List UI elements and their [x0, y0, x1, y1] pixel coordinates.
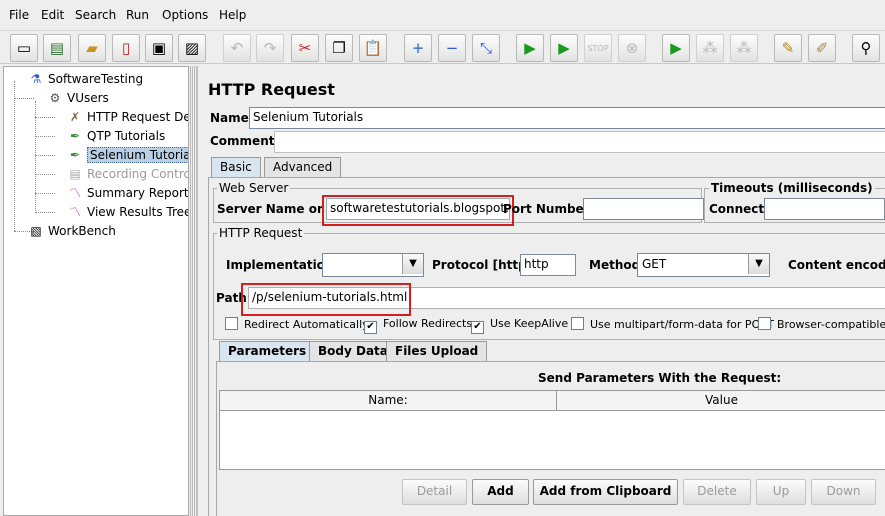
port-label: Port Number:: [503, 202, 595, 216]
start-icon[interactable]: ▶: [516, 34, 544, 62]
clear-all-icon[interactable]: ✐: [808, 34, 836, 62]
remote-shutdown-icon[interactable]: ⁂: [730, 34, 758, 62]
remote-start-icon[interactable]: ▶: [662, 34, 690, 62]
name-field[interactable]: Selenium Tutorials: [249, 107, 885, 129]
save-as-icon[interactable]: ▨: [178, 34, 206, 62]
menu-bar: File Edit Search Run Options Help: [0, 0, 885, 30]
copy-icon[interactable]: ❐: [325, 34, 353, 62]
tree-node-qtp-tutorials[interactable]: ✒ QTP Tutorials: [67, 127, 165, 145]
toolbar: ▭ ▤ ▰ ▯ ▣ ▨ ↶ ↷ ✂ ❐ 📋 + − ⤡ ▶ ▶ STOP ⊗ ▶…: [0, 30, 885, 64]
tree-node-summary-report[interactable]: 〽 Summary Report: [67, 184, 188, 202]
start-no-pause-icon[interactable]: ▶: [550, 34, 578, 62]
add-button[interactable]: Add: [472, 479, 529, 505]
browser-compatible-checkbox[interactable]: Browser-compatible hea: [758, 317, 885, 331]
tab-advanced[interactable]: Advanced: [264, 157, 342, 178]
params-title: Send Parameters With the Request:: [538, 371, 782, 385]
workbench-icon: ▧: [30, 224, 42, 238]
clear-icon[interactable]: ✎: [774, 34, 802, 62]
close-icon[interactable]: ▯: [112, 34, 140, 62]
menu-run[interactable]: Run: [126, 8, 149, 22]
listener-icon: 〽: [68, 205, 81, 219]
tree-node-test-plan[interactable]: ⚗ SoftwareTesting: [28, 70, 143, 88]
menu-file[interactable]: File: [9, 8, 29, 22]
open-icon[interactable]: ▰: [78, 34, 106, 62]
menu-edit[interactable]: Edit: [41, 8, 64, 22]
menu-search[interactable]: Search: [75, 8, 116, 22]
column-header-value[interactable]: Value: [557, 391, 885, 411]
web-server-title: Web Server: [217, 181, 291, 195]
add-from-clipboard-button[interactable]: Add from Clipboard: [533, 479, 678, 505]
chevron-down-icon: ▼: [748, 254, 769, 274]
controller-icon: ▤: [69, 167, 81, 181]
sampler-icon: ✒: [69, 148, 81, 162]
http-request-title: HTTP Request: [217, 226, 305, 240]
parameters-table: Name: Value: [219, 390, 885, 470]
highlight-box: [322, 195, 514, 226]
undo-icon[interactable]: ↶: [223, 34, 251, 62]
gear-icon: ⚙: [49, 91, 61, 105]
new-icon[interactable]: ▭: [10, 34, 38, 62]
test-plan-tree: ⚗ SoftwareTesting ⚙ VUsers ✗ HTTP Request D…: [3, 66, 189, 516]
port-field[interactable]: [583, 198, 704, 220]
up-button[interactable]: Up: [756, 479, 806, 505]
protocol-field[interactable]: http: [520, 254, 576, 276]
wrench-icon: ✗: [69, 110, 81, 124]
page-title: HTTP Request: [208, 80, 335, 99]
multipart-checkbox[interactable]: Use multipart/form-data for POST: [571, 317, 774, 331]
connect-label: Connect:: [709, 202, 769, 216]
cut-icon[interactable]: ✂: [291, 34, 319, 62]
tab-files-upload[interactable]: Files Upload: [386, 341, 488, 362]
menu-options[interactable]: Options: [162, 8, 208, 22]
listener-icon: 〽: [68, 186, 81, 200]
tab-basic[interactable]: Basic: [211, 157, 261, 178]
comments-field[interactable]: [274, 131, 885, 153]
highlight-box: [241, 283, 411, 316]
collapse-icon[interactable]: −: [438, 34, 466, 62]
redirect-automatically-checkbox[interactable]: Redirect Automatically: [225, 317, 369, 331]
tree-node-workbench[interactable]: ▧ WorkBench: [28, 222, 115, 240]
timeouts-title: Timeouts (milliseconds): [709, 181, 875, 195]
expand-icon[interactable]: +: [404, 34, 432, 62]
toggle-icon[interactable]: ⤡: [472, 34, 500, 62]
remote-stop-icon[interactable]: ⁂: [696, 34, 724, 62]
delete-button[interactable]: Delete: [683, 479, 751, 505]
column-header-name[interactable]: Name:: [220, 391, 557, 411]
tree-node-selenium-tutorials[interactable]: ✒ Selenium Tutorial: [67, 146, 188, 164]
tree-node-view-results-tree[interactable]: 〽 View Results Tree: [67, 203, 188, 221]
sampler-icon: ✒: [69, 129, 81, 143]
method-select[interactable]: GET ▼: [637, 253, 770, 277]
tab-body-data[interactable]: Body Data: [309, 341, 397, 362]
name-label: Name:: [210, 111, 254, 125]
redo-icon[interactable]: ↷: [256, 34, 284, 62]
menu-help[interactable]: Help: [219, 8, 246, 22]
search-icon[interactable]: ⚲: [852, 34, 880, 62]
splitter[interactable]: [189, 66, 197, 516]
implementation-select[interactable]: ▼: [322, 253, 424, 277]
detail-button[interactable]: Detail: [402, 479, 467, 505]
tree-node-http-request-defaults[interactable]: ✗ HTTP Request De: [67, 108, 188, 126]
tree-node-thread-group[interactable]: ⚙ VUsers: [47, 89, 109, 107]
stop-icon[interactable]: STOP: [584, 34, 612, 62]
templates-icon[interactable]: ▤: [43, 34, 71, 62]
save-icon[interactable]: ▣: [145, 34, 173, 62]
tree-node-recording-controller[interactable]: ▤ Recording Contro: [67, 165, 188, 183]
follow-redirects-checkbox[interactable]: ✔ Follow Redirects: [364, 317, 472, 334]
down-button[interactable]: Down: [811, 479, 876, 505]
use-keepalive-checkbox[interactable]: ✔ Use KeepAlive: [471, 317, 568, 334]
connect-field[interactable]: [764, 198, 885, 220]
shutdown-icon[interactable]: ⊗: [618, 34, 646, 62]
content-encoding-label: Content encoding: [788, 258, 885, 272]
test-plan-icon: ⚗: [30, 72, 42, 86]
chevron-down-icon: ▼: [402, 254, 423, 274]
tab-parameters[interactable]: Parameters: [219, 341, 316, 362]
paste-icon[interactable]: 📋: [359, 34, 387, 62]
